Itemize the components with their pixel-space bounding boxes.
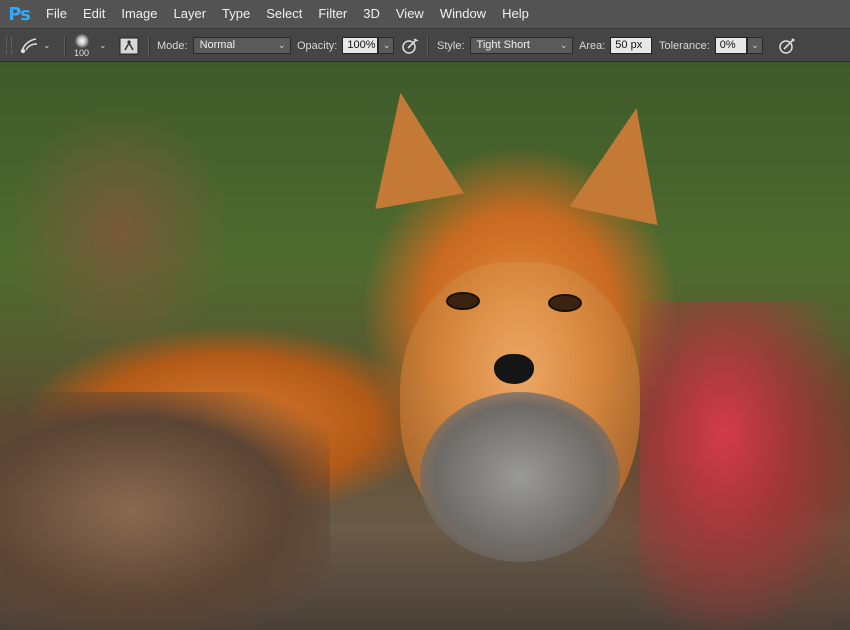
chevron-down-icon: ⌄ [751,40,759,50]
menu-type[interactable]: Type [214,0,258,28]
fox-right-eye [548,294,582,312]
fern-foliage [0,392,330,630]
tolerance-control: Tolerance: 0% ⌄ [659,29,763,62]
brush-preset-dropdown[interactable]: ⌄ [99,29,107,62]
mode-dropdown[interactable]: Normal ⌄ [192,37,291,54]
style-label: Style: [437,39,465,52]
photoshop-logo: Ps [8,3,31,25]
menu-window[interactable]: Window [432,0,494,28]
airbrush-icon [402,37,419,54]
tolerance-label: Tolerance: [659,39,710,52]
menu-help[interactable]: Help [494,0,537,28]
options-bar: ⌄ 100 ⌄ Mode: Normal ⌄ Opacity: 100% ⌄ S… [0,28,850,62]
fox-left-ear [356,85,464,209]
divider [427,36,429,56]
opacity-control: Opacity: 100% ⌄ [297,29,395,62]
pressure-size-icon [779,38,795,54]
menu-view[interactable]: View [388,0,432,28]
chevron-down-icon: ⌄ [382,40,391,50]
red-leaves [640,302,850,630]
brush-preset-icon [74,33,89,48]
menu-select[interactable]: Select [258,0,310,28]
menu-edit[interactable]: Edit [75,0,113,28]
airbrush-toggle[interactable] [400,29,420,62]
style-dropdown[interactable]: Tight Short ⌄ [469,37,573,54]
mode-label: Mode: [157,39,188,52]
opacity-slider-toggle[interactable]: ⌄ [378,37,395,54]
area-input[interactable]: 50 px [610,37,653,54]
brush-panel-toggle-icon [119,37,139,54]
chevron-down-icon: ⌄ [43,40,51,50]
mode-value: Normal [199,39,236,51]
style-control: Style: Tight Short ⌄ [437,29,573,62]
brush-size-value: 100 [74,47,90,58]
menu-layer[interactable]: Layer [166,0,215,28]
brush-panel-toggle[interactable] [119,29,139,62]
document-canvas[interactable] [0,62,850,630]
menu-3d[interactable]: 3D [355,0,388,28]
chevron-down-icon: ⌄ [559,40,568,50]
options-bar-grip[interactable] [6,37,12,54]
divider [148,36,150,56]
menu-filter[interactable]: Filter [310,0,355,28]
menu-bar: Ps File Edit Image Layer Type Select Fil… [0,0,850,28]
brush-preset-picker[interactable]: 100 [74,29,89,62]
opacity-input[interactable]: 100% [342,37,379,54]
area-label: Area: [579,39,606,52]
fox-nose [494,354,534,384]
mode-control: Mode: Normal ⌄ [157,29,291,62]
menu-image[interactable]: Image [113,0,165,28]
tolerance-input[interactable]: 0% [714,37,747,54]
divider [64,36,66,56]
opacity-label: Opacity: [297,39,338,52]
tool-preset-picker[interactable]: ⌄ [18,29,51,62]
menu-file[interactable]: File [38,0,75,28]
tolerance-slider-toggle[interactable]: ⌄ [746,37,763,54]
fox-chest-ruff [420,392,620,562]
art-history-brush-icon [20,37,38,53]
chevron-down-icon: ⌄ [99,40,107,50]
style-value: Tight Short [476,39,530,51]
chevron-down-icon: ⌄ [278,40,286,50]
pressure-size-toggle[interactable] [777,29,797,62]
fox-right-ear [569,98,681,226]
area-control: Area: 50 px [579,29,653,62]
fox-left-eye [446,292,480,310]
